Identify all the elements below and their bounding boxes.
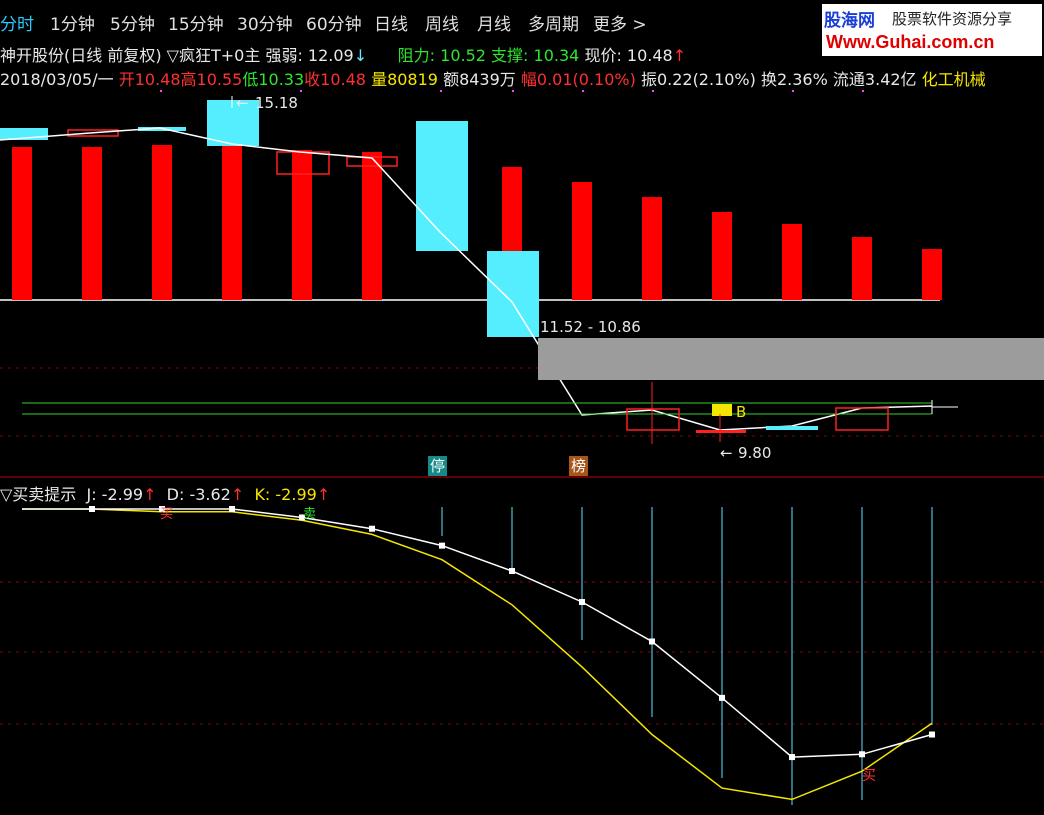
red-bar [152, 145, 172, 300]
red-bar [292, 150, 312, 300]
limit-badge: 停 [428, 456, 448, 476]
d-marker [89, 506, 95, 512]
d-value: D: -3.62 [166, 485, 231, 504]
d-marker [789, 754, 795, 761]
buy-label: 买 [160, 507, 173, 522]
red-bar [362, 152, 382, 300]
arrow-up-icon: ↑ [143, 485, 157, 504]
k-value: K: -2.99 [254, 485, 317, 504]
red-bar [572, 182, 592, 300]
red-bars [12, 140, 942, 300]
indicator-header: ▽买卖提示 J: -2.99↑ D: -3.62↑ K: -2.99↑ [0, 481, 330, 505]
b-signal-box [712, 404, 732, 416]
d-marker [579, 599, 585, 606]
high-marker-label: ← [236, 94, 249, 112]
cyan-candle [766, 426, 818, 430]
red-bar [222, 140, 242, 300]
hollow-candle [835, 407, 889, 431]
cyan-candle [207, 100, 259, 146]
red-bar [852, 237, 872, 300]
red-bar [782, 224, 802, 300]
j-line [22, 508, 933, 801]
d-marker [859, 751, 865, 758]
signal-verticals [441, 507, 933, 805]
low-marker-arrow: ← [720, 444, 733, 462]
list-badge: 榜 [569, 456, 589, 476]
chart-canvas[interactable]: ← 15.18 11.52 - 10.86 B ← 9.80 买 卖 买 [0, 0, 1044, 815]
red-bar [12, 147, 32, 300]
red-candle [696, 430, 746, 433]
b-signal-label: B [736, 403, 746, 421]
period-dots [160, 90, 864, 92]
cyan-candle [487, 251, 539, 337]
d-marker [439, 542, 445, 549]
red-bar [712, 212, 732, 300]
d-marker [719, 694, 725, 701]
arrow-up-icon: ↑ [316, 485, 331, 504]
d-marker [509, 568, 515, 575]
d-marker [929, 731, 935, 738]
j-value: J: -2.99 [86, 485, 144, 504]
arrow-up-icon: ↑ [230, 485, 245, 504]
cyan-candle [416, 121, 468, 251]
indicator-panel-name[interactable]: ▽买卖提示 [0, 485, 76, 504]
d-marker [369, 525, 375, 532]
red-bar [82, 147, 102, 300]
hollow-candle [626, 408, 680, 431]
support-zone [538, 338, 1044, 380]
low-marker-value: 9.80 [738, 444, 771, 462]
d-marker [649, 638, 655, 645]
sell-label: 卖 [303, 507, 316, 522]
d-marker [229, 506, 235, 512]
zone-label: 11.52 - 10.86 [540, 318, 641, 336]
high-marker-value: 15.18 [255, 94, 298, 112]
buy-label-2: 买 [862, 768, 876, 784]
d-line [22, 508, 933, 758]
red-bar [922, 249, 942, 300]
red-bar [642, 197, 662, 300]
